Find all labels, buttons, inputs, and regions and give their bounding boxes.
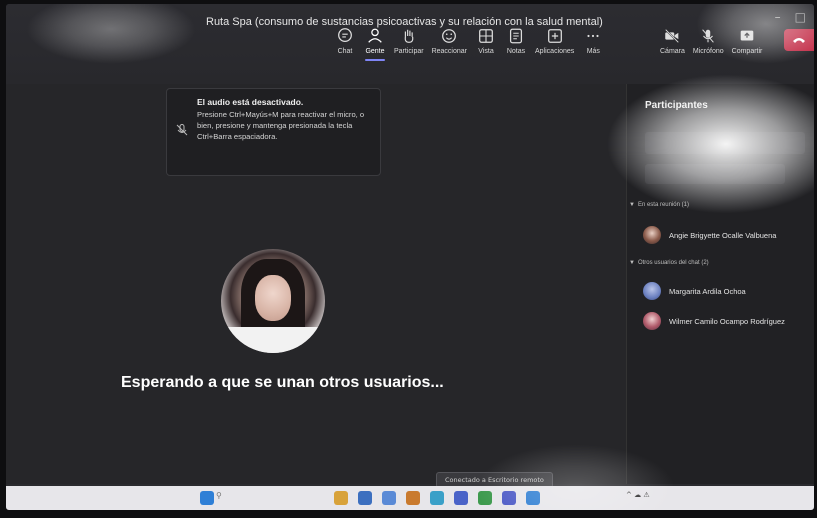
apps-button[interactable]: Aplicaciones xyxy=(531,24,578,74)
audio-muted-notification: El audio está desactivado. Presione Ctrl… xyxy=(166,88,381,176)
people-label: Gente xyxy=(365,48,385,55)
participant-row[interactable]: Margarita Ardila Ochoa xyxy=(643,282,746,300)
phone-hangup-icon xyxy=(793,38,805,43)
participant-name: Angie Brigyette Ocalle Valbuena xyxy=(669,230,777,240)
participant-row[interactable]: Angie Brigyette Ocalle Valbuena xyxy=(643,226,776,244)
windows-start-icon[interactable] xyxy=(200,491,214,505)
grid-view-icon xyxy=(479,29,493,43)
camera-label: Cámara xyxy=(660,48,685,55)
windows-taskbar: ⚲ ^ ☁ ⚠ xyxy=(6,486,814,510)
section-in-meeting[interactable]: ▼ En esta reunión (1) xyxy=(629,202,689,208)
camera-button[interactable]: Cámara xyxy=(656,24,689,74)
notification-title: El audio está desactivado. xyxy=(197,97,304,107)
react-label: Reaccionar xyxy=(431,48,467,55)
smiley-icon xyxy=(442,29,457,43)
people-button[interactable]: Gente xyxy=(360,24,390,74)
notes-label: Notas xyxy=(506,48,526,55)
invite-input[interactable] xyxy=(645,132,805,154)
view-label: Vista xyxy=(478,48,494,55)
teams-icon[interactable] xyxy=(502,491,516,505)
raise-hand-button[interactable]: Participar xyxy=(390,24,428,74)
section-other-chat-users[interactable]: ▼ Otros usuarios del chat (2) xyxy=(629,260,709,266)
minimize-icon[interactable]: – xyxy=(775,10,781,24)
chat-icon xyxy=(338,28,352,43)
meeting-header: Ruta Spa (consumo de sustancias psicoact… xyxy=(6,4,814,84)
more-label: Más xyxy=(586,48,600,55)
notes-button[interactable]: Notas xyxy=(501,24,531,74)
avatar-face xyxy=(255,275,291,321)
avatar xyxy=(643,226,661,244)
people-icon xyxy=(368,28,382,43)
participant-avatar xyxy=(221,249,325,353)
meeting-toolbar: Chat Gente Participar Reaccionar Vista N… xyxy=(330,24,608,74)
section-label: Otros usuarios del chat (2) xyxy=(637,260,709,266)
mic-off-icon xyxy=(702,29,715,43)
participant-name: Margarita Ardila Ochoa xyxy=(669,286,746,296)
app-icon[interactable] xyxy=(406,491,420,505)
section-label: En esta reunión (1) xyxy=(637,202,689,208)
share-icon xyxy=(740,30,754,41)
participant-row[interactable]: Wilmer Camilo Ocampo Rodríguez xyxy=(643,312,785,330)
waiting-message: Esperando a que se unan otros usuarios..… xyxy=(121,374,444,391)
avatar xyxy=(643,282,661,300)
panel-title: Participantes xyxy=(645,100,708,111)
notification-body: Presione Ctrl+Mayús+M para reactivar el … xyxy=(197,110,365,141)
monitor-screen: Ruta Spa (consumo de sustancias psicoact… xyxy=(6,4,814,510)
more-icon xyxy=(587,34,599,38)
system-tray[interactable]: ^ ☁ ⚠ xyxy=(626,491,650,499)
chat-button[interactable]: Chat xyxy=(330,24,360,74)
apps-label: Aplicaciones xyxy=(535,48,575,55)
caret-down-icon: ▼ xyxy=(629,202,635,208)
chat-label: Chat xyxy=(337,48,353,55)
raise-hand-label: Participar xyxy=(394,48,424,55)
app-icon[interactable] xyxy=(358,491,372,505)
search-icon[interactable]: ⚲ xyxy=(216,491,222,500)
avatar xyxy=(643,312,661,330)
camera-off-icon xyxy=(665,29,680,43)
avatar-shirt xyxy=(221,327,325,353)
chat-app-icon[interactable] xyxy=(382,491,396,505)
app-icon[interactable] xyxy=(454,491,468,505)
folder-icon[interactable] xyxy=(334,491,348,505)
participant-name: Wilmer Camilo Ocampo Rodríguez xyxy=(669,316,785,326)
leave-button[interactable] xyxy=(784,29,814,51)
share-invite-button[interactable] xyxy=(645,164,785,184)
share-button[interactable]: Compartir xyxy=(728,24,767,74)
app-icon[interactable] xyxy=(526,491,540,505)
microphone-button[interactable]: Micrófono xyxy=(689,24,728,74)
raise-hand-icon xyxy=(404,29,414,43)
media-controls: Cámara Micrófono Compartir xyxy=(656,24,766,74)
edge-icon[interactable] xyxy=(430,491,444,505)
view-button[interactable]: Vista xyxy=(471,24,501,74)
microphone-label: Micrófono xyxy=(692,48,724,55)
caret-down-icon: ▼ xyxy=(629,260,635,266)
react-button[interactable]: Reaccionar xyxy=(428,24,471,74)
apps-icon xyxy=(547,29,562,43)
more-button[interactable]: Más xyxy=(578,24,608,74)
chrome-icon[interactable] xyxy=(478,491,492,505)
mic-off-icon xyxy=(176,124,188,136)
maximize-icon[interactable]: □ xyxy=(795,10,806,24)
share-label: Compartir xyxy=(731,48,763,55)
notes-icon xyxy=(509,28,523,44)
window-controls: – □ xyxy=(775,10,806,24)
meeting-stage: El audio está desactivado. Presione Ctrl… xyxy=(6,84,626,484)
participants-panel: Participantes ▼ En esta reunión (1) Angie… xyxy=(626,84,814,484)
